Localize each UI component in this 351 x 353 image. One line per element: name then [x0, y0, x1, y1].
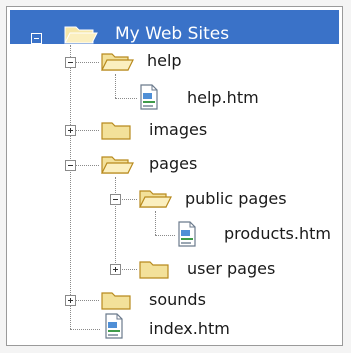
tree-item-index-htm[interactable]: index.htm — [149, 319, 230, 339]
tree-guide-line — [155, 211, 156, 235]
tree-guide-line — [75, 300, 99, 301]
images-expand-toggle[interactable] — [65, 125, 76, 136]
tree-guide-line — [120, 269, 137, 270]
root-collapse-toggle[interactable] — [31, 33, 42, 44]
tree-guide-line — [115, 177, 116, 269]
folder-open-icon — [101, 53, 134, 71]
tree-guide-line — [115, 98, 137, 99]
folder-open-icon — [64, 26, 98, 44]
web-file-icon — [178, 221, 196, 247]
user-pages-expand-toggle[interactable] — [110, 264, 121, 275]
folder-icon — [101, 122, 131, 140]
folder-tree-panel: My Web Sites help help.htm images pages — [6, 6, 343, 346]
tree-item-user-pages[interactable]: user pages — [187, 259, 275, 279]
tree-guide-line — [75, 62, 99, 63]
tree-item-images[interactable]: images — [149, 120, 207, 140]
tree-item-help[interactable]: help — [147, 51, 182, 71]
folder-icon — [101, 292, 131, 310]
web-file-icon — [105, 313, 123, 339]
folder-icon — [139, 261, 169, 279]
tree-item-sounds[interactable]: sounds — [149, 290, 206, 310]
public-pages-collapse-toggle[interactable] — [110, 194, 121, 205]
help-collapse-toggle[interactable] — [65, 57, 76, 68]
tree-item-public-pages[interactable]: public pages — [185, 189, 287, 209]
tree-guide-line — [70, 45, 71, 329]
tree-guide-line — [120, 199, 137, 200]
tree-item-help-htm[interactable]: help.htm — [187, 88, 259, 108]
tree-item-pages[interactable]: pages — [149, 154, 197, 174]
tree-guide-line — [70, 329, 100, 330]
pages-collapse-toggle[interactable] — [65, 160, 76, 171]
folder-open-icon — [101, 156, 134, 174]
tree-guide-line — [155, 235, 175, 236]
tree-item-products-htm[interactable]: products.htm — [224, 224, 331, 244]
folder-open-icon — [139, 190, 172, 208]
tree-guide-line — [115, 74, 116, 98]
tree-root-label: My Web Sites — [115, 24, 230, 44]
web-file-icon — [140, 84, 158, 110]
tree-guide-line — [75, 130, 99, 131]
sounds-expand-toggle[interactable] — [65, 295, 76, 306]
tree-guide-line — [75, 165, 99, 166]
